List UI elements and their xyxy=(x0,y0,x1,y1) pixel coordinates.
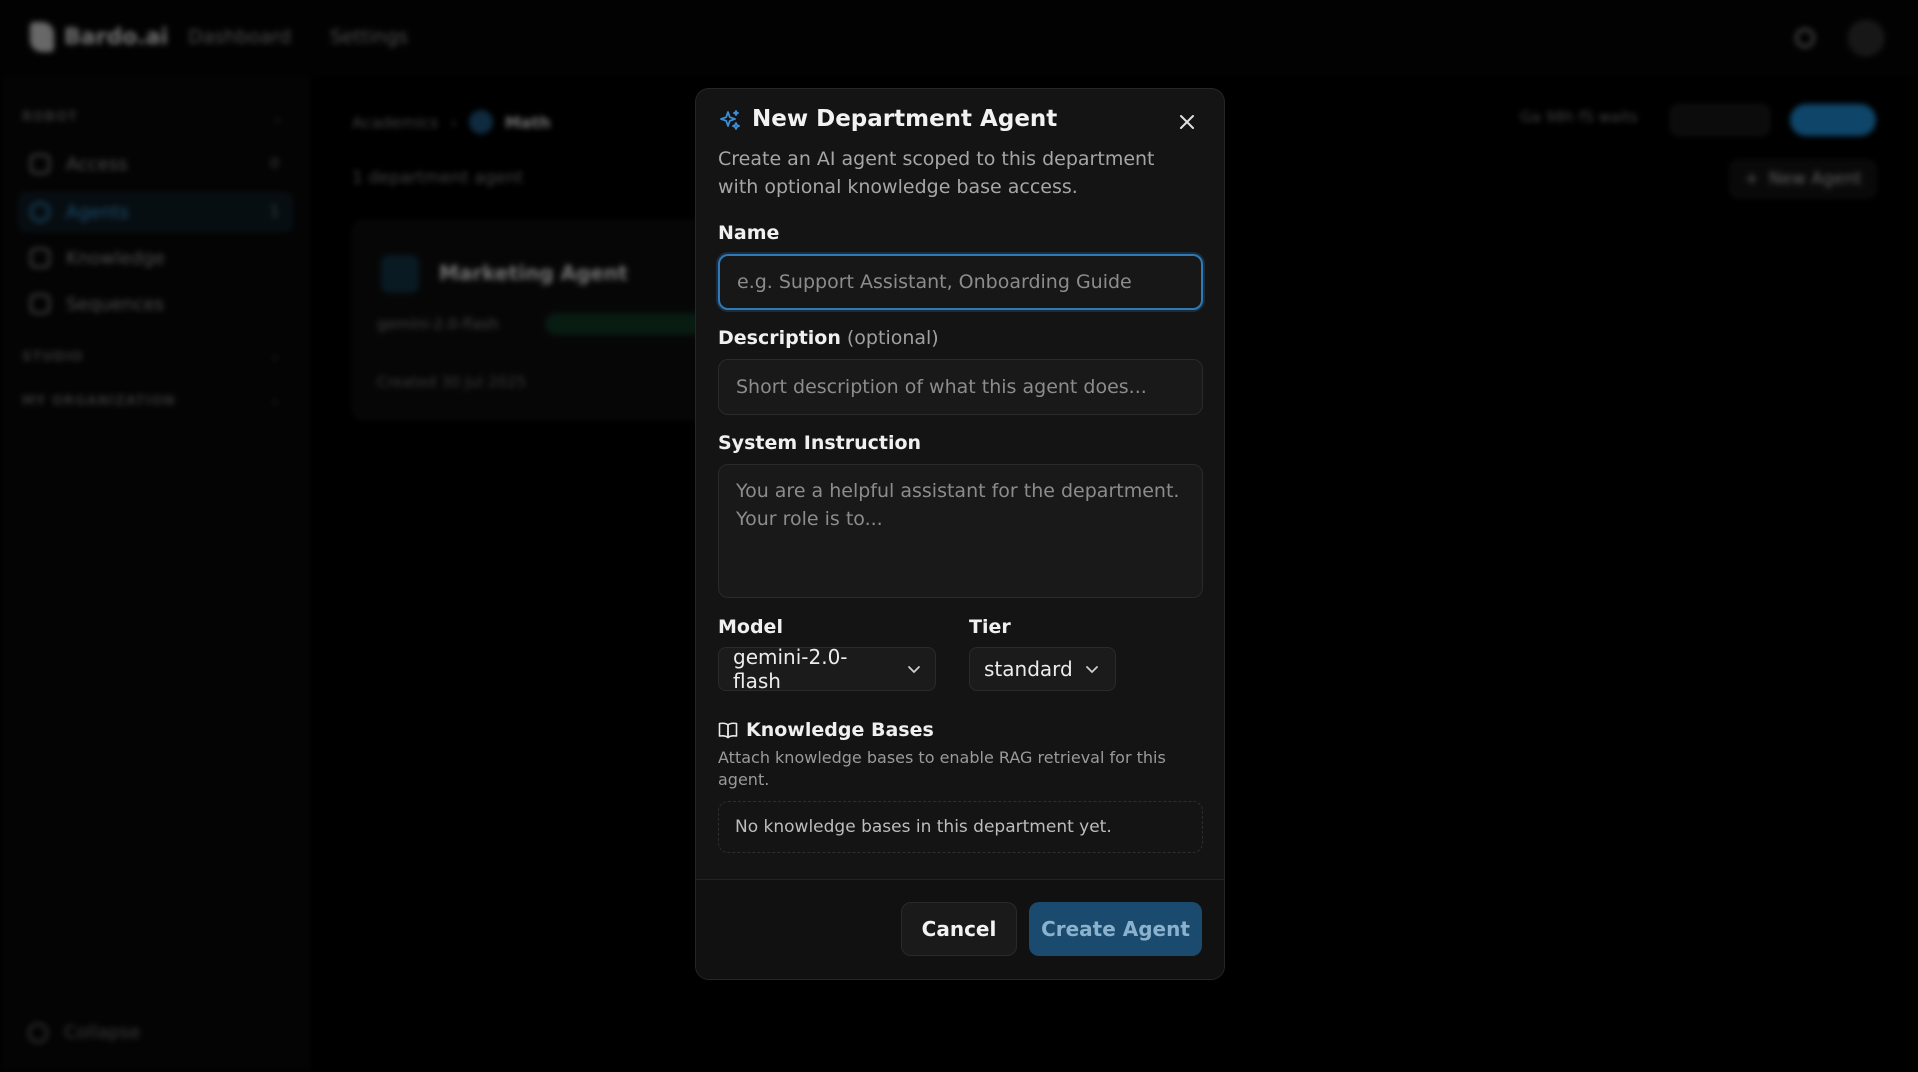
knowledge-bases-heading: Knowledge Bases xyxy=(718,719,934,741)
book-open-icon xyxy=(718,722,738,739)
cancel-button[interactable]: Cancel xyxy=(901,902,1017,956)
tier-select[interactable]: standard xyxy=(969,647,1116,691)
create-agent-button[interactable]: Create Agent xyxy=(1029,902,1202,956)
name-label: Name xyxy=(718,222,780,244)
optional-hint: (optional) xyxy=(846,327,939,349)
sparkles-icon xyxy=(720,110,740,130)
description-label: Description (optional) xyxy=(718,327,939,349)
knowledge-bases-description: Attach knowledge bases to enable RAG ret… xyxy=(718,748,1166,789)
dialog-description: Create an AI agent scoped to this depart… xyxy=(718,148,1155,198)
close-icon xyxy=(1180,115,1194,129)
empty-state-text: No knowledge bases in this department ye… xyxy=(735,817,1112,837)
dialog-footer: Cancel Create Agent xyxy=(696,879,1224,979)
description-label-text: Description xyxy=(718,327,841,349)
knowledge-bases-title: Knowledge Bases xyxy=(746,719,934,741)
new-agent-dialog: New Department Agent Create an AI agent … xyxy=(695,88,1225,980)
model-label: Model xyxy=(718,616,783,638)
tier-select-value: standard xyxy=(984,657,1073,681)
tier-label: Tier xyxy=(969,616,1011,638)
knowledge-bases-empty-state: No knowledge bases in this department ye… xyxy=(718,801,1203,853)
description-input[interactable] xyxy=(718,359,1203,415)
model-select[interactable]: gemini-2.0-flash xyxy=(718,645,936,693)
model-select-value: gemini-2.0-flash xyxy=(733,645,848,693)
system-instruction-textarea[interactable] xyxy=(718,464,1203,598)
chevron-down-icon xyxy=(908,666,920,674)
system-instruction-label: System Instruction xyxy=(718,432,922,454)
close-button[interactable] xyxy=(1174,109,1200,135)
chevron-down-icon xyxy=(1085,666,1098,674)
dialog-title: New Department Agent xyxy=(752,106,1058,132)
name-input[interactable] xyxy=(718,254,1203,310)
